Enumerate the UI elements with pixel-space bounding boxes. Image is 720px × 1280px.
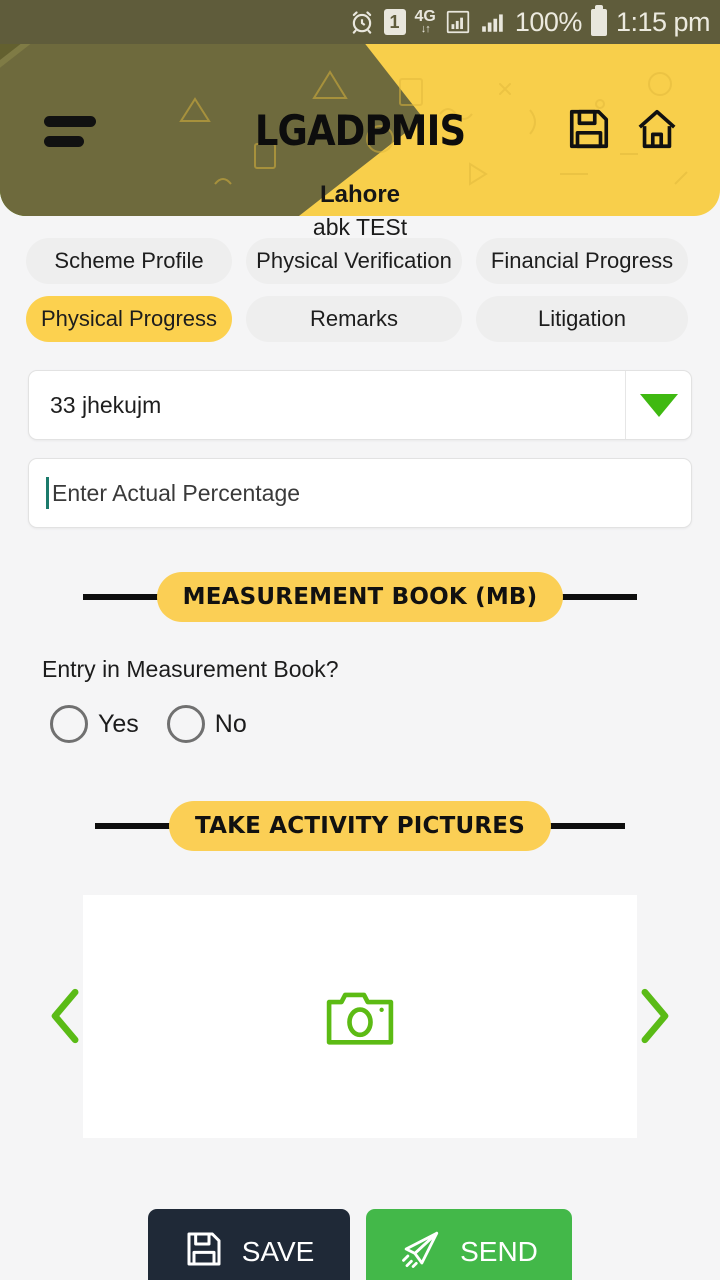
tab-remarks[interactable]: Remarks (246, 296, 462, 342)
radio-yes[interactable] (50, 705, 88, 743)
actual-percentage-input[interactable]: Enter Actual Percentage (28, 458, 692, 528)
battery-percent-label: 100% (514, 6, 583, 37)
signal-bars-icon (480, 9, 506, 35)
network-type-indicator: 4G ↓↑ (414, 8, 436, 35)
activity-picture-placeholder[interactable] (83, 894, 637, 1138)
camera-icon (326, 992, 394, 1045)
chevron-down-icon[interactable] (625, 371, 691, 439)
floppy-disk-save-icon (184, 1229, 224, 1276)
home-icon[interactable] (634, 106, 680, 152)
header-subtitle-scheme: abk TESt (312, 214, 408, 240)
form-action-bar: SAVE SEND (0, 1209, 720, 1280)
chevron-right-icon[interactable] (626, 984, 682, 1048)
pictures-section-header: TAKE ACTIVITY PICTURES (0, 801, 720, 851)
send-button-label: SEND (460, 1236, 538, 1267)
divider-line-right (544, 823, 625, 829)
send-button[interactable]: SEND (366, 1209, 572, 1280)
sim-card-icon: 1 (383, 9, 406, 35)
radio-no[interactable] (166, 705, 205, 743)
alarm-clock-icon (349, 9, 375, 35)
radio-yes-label: Yes (98, 709, 139, 738)
text-cursor (46, 477, 49, 509)
paper-plane-send-icon (400, 1228, 442, 1277)
tab-physical-progress[interactable]: Physical Progress (26, 296, 232, 342)
radio-no-label: No (214, 709, 247, 738)
measurement-book-radio-group: Yes No (50, 705, 720, 743)
tab-financial-progress[interactable]: Financial Progress (476, 238, 688, 284)
measurement-book-section-header: MEASUREMENT BOOK (MB) (0, 572, 720, 622)
header-subtitle-district: Lahore (319, 181, 400, 208)
app-header: LGADPMIS Lahore abk TESt (0, 44, 720, 240)
tab-physical-verification[interactable]: Physical Verification (246, 238, 462, 284)
chevron-left-icon[interactable] (38, 984, 94, 1048)
save-button[interactable]: SAVE (148, 1209, 350, 1280)
tab-litigation[interactable]: Litigation (476, 296, 688, 342)
physical-progress-form: 33 jhekujm Enter Actual Percentage (28, 370, 692, 528)
divider-line-left (82, 594, 163, 600)
status-bar: 1 4G ↓↑ 100% 1:15 pm (0, 0, 720, 44)
activity-select[interactable]: 33 jhekujm (28, 370, 692, 440)
clock-label: 1:15 pm (615, 6, 711, 37)
save-button-label: SAVE (241, 1236, 315, 1267)
measurement-book-title: MEASUREMENT BOOK (MB) (156, 572, 564, 622)
battery-full-icon (590, 4, 607, 36)
divider-line-right (557, 594, 638, 600)
actual-percentage-placeholder: Enter Actual Percentage (52, 479, 301, 506)
measurement-book-question: Entry in Measurement Book? (42, 656, 339, 682)
take-activity-pictures-title: TAKE ACTIVITY PICTURES (169, 801, 551, 851)
tab-bar: Scheme Profile Physical Verification Fin… (26, 238, 694, 342)
divider-line-left (95, 823, 176, 829)
floppy-disk-save-icon[interactable] (566, 106, 612, 152)
activity-pictures-carousel (0, 885, 720, 1147)
signal-bars-boxed-icon (445, 9, 471, 35)
activity-select-value: 33 jhekujm (50, 391, 162, 418)
tab-scheme-profile[interactable]: Scheme Profile (26, 238, 232, 284)
